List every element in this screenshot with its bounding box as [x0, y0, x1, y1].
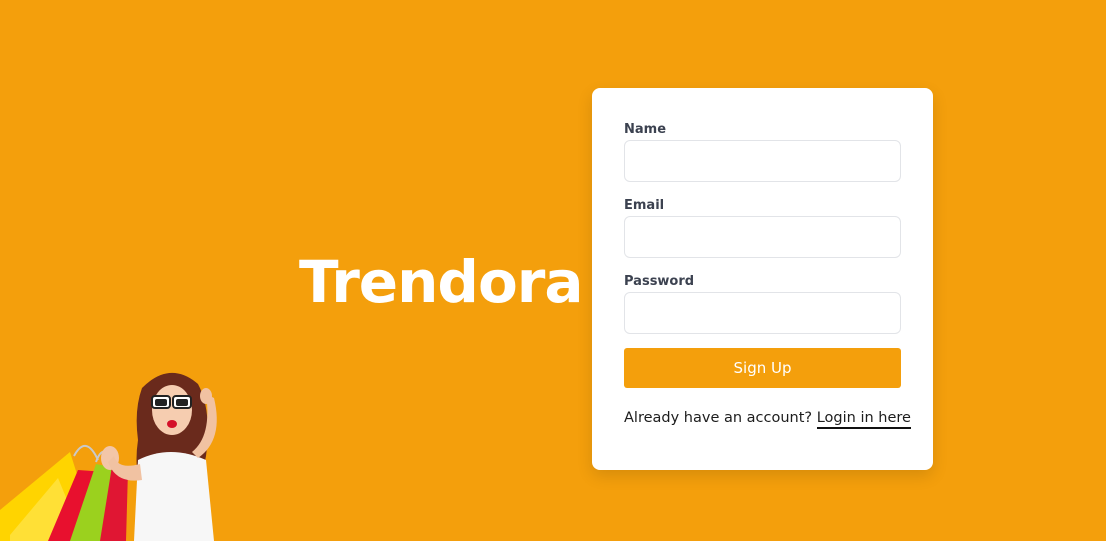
name-field-group: Name [624, 120, 901, 182]
sign-up-button[interactable]: Sign Up [624, 348, 901, 388]
name-input[interactable] [624, 140, 901, 182]
email-field-group: Email [624, 196, 901, 258]
shopper-illustration [0, 372, 217, 541]
name-label: Name [624, 122, 667, 137]
password-input[interactable] [624, 292, 901, 334]
login-prompt: Already have an account? Login in here [624, 410, 911, 429]
signup-card: Name Email Password Sign Up Already have… [592, 88, 933, 470]
login-link[interactable]: Login in here [816, 410, 911, 429]
password-field-group: Password [624, 272, 901, 334]
brand-title: Trendora [299, 248, 584, 316]
email-label: Email [624, 198, 665, 213]
email-input[interactable] [624, 216, 901, 258]
login-prompt-text: Already have an account? [624, 410, 813, 426]
password-label: Password [624, 274, 695, 289]
